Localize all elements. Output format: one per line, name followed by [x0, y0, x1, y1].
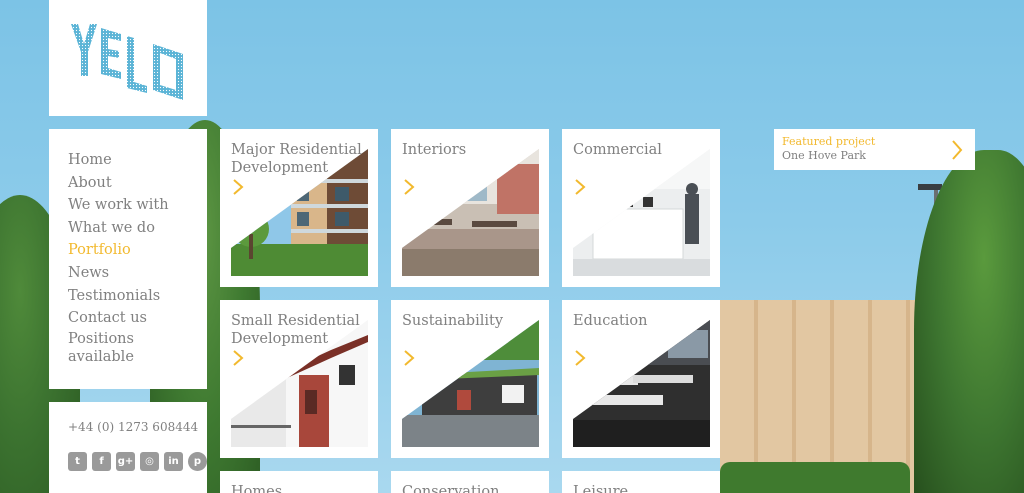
twitter-icon[interactable]: t — [68, 452, 87, 471]
tile-commercial[interactable]: Commercial — [562, 129, 720, 287]
tile-photo — [402, 320, 539, 447]
tile-title: Interiors — [402, 142, 467, 158]
tile-title: Homes — [231, 484, 283, 493]
tile-title: Major Residential Development — [231, 142, 362, 176]
tile-leisure[interactable]: Leisure — [562, 471, 720, 493]
chevron-right-icon — [575, 179, 586, 195]
tile-title: Small Residential Development — [231, 313, 360, 347]
tile-title: Education — [573, 313, 648, 329]
google-plus-icon[interactable]: g+ — [116, 452, 135, 471]
tile-title: Sustainability — [402, 313, 504, 329]
nav-contact-us[interactable]: Contact us — [68, 307, 207, 330]
tile-sustainability[interactable]: Sustainability — [391, 300, 549, 458]
instagram-icon[interactable]: ◎ — [140, 452, 159, 471]
background-lamp-head — [918, 184, 942, 190]
nav-we-work-with[interactable]: We work with — [68, 194, 207, 217]
chevron-right-icon — [952, 140, 963, 160]
nav-label-line: Positions — [68, 330, 134, 347]
nav-about[interactable]: About — [68, 172, 207, 195]
tile-title: Commercial — [573, 142, 662, 158]
nav-testimonials[interactable]: Testimonials — [68, 285, 207, 308]
background-hedge — [720, 462, 910, 493]
pinterest-icon[interactable]: p — [188, 452, 207, 471]
featured-project-name: One Hove Park — [782, 149, 866, 162]
logo[interactable] — [49, 0, 207, 116]
tile-homes[interactable]: Homes — [220, 471, 378, 493]
tile-title: Leisure — [573, 484, 629, 493]
chevron-right-icon — [575, 350, 586, 366]
tile-interiors[interactable]: Interiors — [391, 129, 549, 287]
featured-label: Featured project — [782, 135, 876, 148]
tile-education[interactable]: Education — [562, 300, 720, 458]
tile-small-residential-development[interactable]: Small Residential Development — [220, 300, 378, 458]
tile-title: Conservation — [402, 484, 500, 493]
main-navigation: Home About We work with What we do Portf… — [49, 129, 207, 389]
chevron-right-icon — [233, 179, 244, 195]
tile-photo — [402, 149, 539, 276]
featured-project-link[interactable]: Featured project One Hove Park — [774, 129, 975, 170]
tile-photo — [573, 320, 710, 447]
tile-major-residential-development[interactable]: Major Residential Development — [220, 129, 378, 287]
nav-what-we-do[interactable]: What we do — [68, 217, 207, 240]
nav-home[interactable]: Home — [68, 149, 207, 172]
yelo-logo-mark — [71, 24, 183, 100]
tile-conservation[interactable]: Conservation — [391, 471, 549, 493]
nav-positions-available[interactable]: Positions available — [68, 330, 207, 366]
phone-number[interactable]: +44 (0) 1273 608444 — [68, 420, 207, 434]
linkedin-icon[interactable]: in — [164, 452, 183, 471]
nav-portfolio[interactable]: Portfolio — [68, 239, 207, 262]
chevron-right-icon — [404, 350, 415, 366]
chevron-right-icon — [233, 350, 244, 366]
contact-panel: +44 (0) 1273 608444 t f g+ ◎ in p — [49, 402, 207, 493]
chevron-right-icon — [404, 179, 415, 195]
social-links: t f g+ ◎ in p — [68, 452, 207, 471]
background-tree — [914, 150, 1024, 493]
nav-news[interactable]: News — [68, 262, 207, 285]
facebook-icon[interactable]: f — [92, 452, 111, 471]
nav-label-line: available — [68, 348, 134, 365]
tile-photo — [573, 149, 710, 276]
